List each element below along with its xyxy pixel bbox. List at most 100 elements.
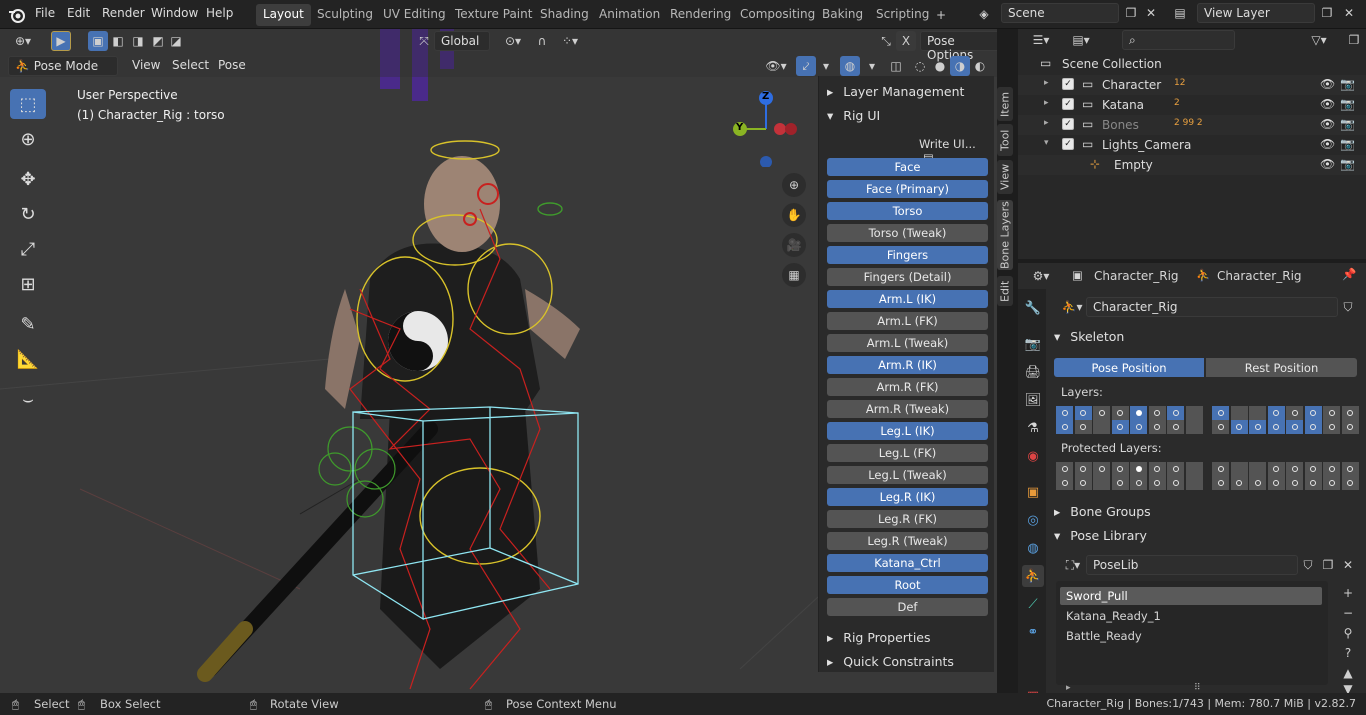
eye-icon[interactable]: 👁 xyxy=(1320,97,1335,111)
remove-pose-icon[interactable]: − xyxy=(1338,603,1358,623)
rig-layer-button[interactable]: Torso xyxy=(827,202,988,220)
layer-toggle[interactable] xyxy=(1148,420,1166,434)
rig-ui-header[interactable]: ▾ Rig UI xyxy=(827,108,880,123)
layer-toggle[interactable] xyxy=(1111,462,1129,476)
layer-toggle[interactable] xyxy=(1304,420,1322,434)
rig-layer-button[interactable]: Fingers (Detail) xyxy=(827,268,988,286)
layer-toggle[interactable] xyxy=(1167,462,1184,476)
outliner-row[interactable]: ▸ ✓ ▭ Character 12 👁 📷 xyxy=(1018,75,1366,95)
tab-scripting[interactable]: Scripting xyxy=(869,4,936,26)
layer-toggle[interactable] xyxy=(1167,420,1184,434)
layer-toggle[interactable] xyxy=(1267,406,1285,420)
layer-toggle[interactable] xyxy=(1111,420,1129,434)
eye-icon[interactable]: 👁 xyxy=(1320,157,1335,171)
rig-layer-button[interactable]: Root xyxy=(827,576,988,594)
physics-tab-icon[interactable]: ◍ xyxy=(1022,537,1044,559)
view-layer-tab-icon[interactable]: 🖼 xyxy=(1022,389,1044,411)
layer-toggle[interactable] xyxy=(1230,476,1248,490)
view-layer-field[interactable]: View Layer xyxy=(1197,3,1315,23)
layer-toggle[interactable] xyxy=(1056,476,1073,490)
props-editor-type-icon[interactable]: ⚙▾ xyxy=(1026,266,1056,286)
rig-layer-button[interactable]: Face (Primary) xyxy=(827,180,988,198)
modifiers-tab-icon[interactable]: ◎ xyxy=(1022,509,1044,531)
pose-list-item[interactable]: Battle_Ready xyxy=(1060,627,1322,645)
bone-tab-icon[interactable]: ⟋ xyxy=(1022,593,1044,615)
measure-tool-icon[interactable]: 📐 xyxy=(10,344,46,374)
add-workspace-icon[interactable]: + xyxy=(931,5,951,25)
orientation-icon[interactable]: ⤧ xyxy=(414,31,434,51)
select-box-tool-icon[interactable]: ⬚ xyxy=(10,89,46,119)
layer-toggle[interactable] xyxy=(1185,462,1203,476)
layer-toggle[interactable] xyxy=(1212,476,1229,490)
rotate-tool-icon[interactable]: ↻ xyxy=(10,199,46,229)
tab-layout[interactable]: Layout xyxy=(256,4,311,26)
camera-render-icon[interactable]: 📷 xyxy=(1340,137,1355,151)
pose-list-item[interactable]: Katana_Ready_1 xyxy=(1060,607,1322,625)
camera-render-icon[interactable]: 📷 xyxy=(1340,97,1355,111)
rig-layer-button[interactable]: Leg.R (FK) xyxy=(827,510,988,528)
layer-toggle[interactable] xyxy=(1249,420,1266,434)
3d-viewport[interactable]: ⊕▾ ▶ ▣ ◧ ◨ ◩ ◪ ⤧ Global ⊙▾ ∩ ⁘▾ ⤡ X Pose… xyxy=(0,29,997,693)
annotate-tool-icon[interactable]: ✎ xyxy=(10,309,46,339)
rig-layer-button[interactable]: Torso (Tweak) xyxy=(827,224,988,242)
layer-toggle[interactable] xyxy=(1304,406,1322,420)
rig-layer-button[interactable]: Leg.L (FK) xyxy=(827,444,988,462)
select-mode-invert-icon[interactable]: ◩ xyxy=(148,31,168,51)
overlays-dropdown-icon[interactable]: ▾ xyxy=(862,56,882,76)
tab-texture-paint[interactable]: Texture Paint xyxy=(448,4,539,26)
layer-toggle[interactable] xyxy=(1167,476,1184,490)
select-tool-icon[interactable]: ▶ xyxy=(51,31,71,51)
expand-arrow-icon[interactable]: ▸ xyxy=(1044,98,1049,108)
filter-icon[interactable]: ▽▾ xyxy=(1304,30,1334,50)
x-mirror-icon[interactable]: X xyxy=(896,31,916,51)
layer-toggle[interactable] xyxy=(1148,406,1166,420)
quick-constraints-header[interactable]: ▸ Quick Constraints xyxy=(827,654,954,669)
layer-toggle[interactable] xyxy=(1074,462,1092,476)
apply-pose-icon[interactable]: ⚲ xyxy=(1338,623,1358,643)
layer-toggle[interactable] xyxy=(1056,420,1073,434)
menu-render[interactable]: Render xyxy=(102,6,145,20)
rig-layer-button[interactable]: Fingers xyxy=(827,246,988,264)
layer-toggle[interactable] xyxy=(1185,406,1203,420)
pose-list-item[interactable]: Sword_Pull xyxy=(1060,587,1322,605)
zoom-icon[interactable]: ⊕ xyxy=(782,173,806,197)
transform-tool-icon[interactable]: ⊞ xyxy=(10,269,46,299)
outliner-row[interactable]: ▸ ✓ ▭ Katana 2 👁 📷 xyxy=(1018,95,1366,115)
layer-toggle[interactable] xyxy=(1130,406,1147,420)
poselib-unlink-icon[interactable]: ✕ xyxy=(1338,555,1358,575)
display-mode-icon[interactable]: ▤▾ xyxy=(1066,30,1096,50)
ortho-grid-icon[interactable]: ▦ xyxy=(782,263,806,287)
pivot-point-icon[interactable]: ⊙▾ xyxy=(498,31,528,51)
layer-toggle[interactable] xyxy=(1212,462,1229,476)
eye-icon[interactable]: 👁 xyxy=(1320,137,1335,151)
rig-layer-button[interactable]: Arm.L (FK) xyxy=(827,312,988,330)
armature-browse-icon[interactable]: ⛹▾ xyxy=(1056,297,1088,317)
layer-toggle[interactable] xyxy=(1167,406,1184,420)
layer-toggle[interactable] xyxy=(1286,420,1303,434)
poselib-fake-user-icon[interactable]: ⛉ xyxy=(1298,555,1318,575)
outliner-scene-collection[interactable]: ▭ Scene Collection xyxy=(1018,55,1366,75)
pin-icon[interactable]: 📌 xyxy=(1342,267,1356,281)
poselib-browse-icon[interactable]: ⛶▾ xyxy=(1058,555,1088,575)
expand-arrow-icon[interactable]: ▾ xyxy=(1044,138,1049,148)
layer-toggle[interactable] xyxy=(1074,420,1092,434)
poselib-name-field[interactable]: PoseLib xyxy=(1086,555,1298,575)
layer-toggle[interactable] xyxy=(1323,406,1340,420)
armature-data-tab-icon[interactable]: ⛹ xyxy=(1022,565,1044,587)
view-menu[interactable]: View xyxy=(126,56,166,76)
armature-name-field[interactable]: Character_Rig xyxy=(1086,297,1338,317)
snap-icon[interactable]: ∩ xyxy=(532,31,552,51)
select-mode-intersect-icon[interactable]: ◪ xyxy=(166,31,186,51)
camera-render-icon[interactable]: 📷 xyxy=(1340,77,1355,91)
pose-library-header[interactable]: ▾ Pose Library xyxy=(1054,528,1147,543)
layer-toggle[interactable] xyxy=(1341,476,1359,490)
exclude-checkbox-icon[interactable]: ✓ xyxy=(1062,78,1074,90)
move-tool-icon[interactable]: ✥ xyxy=(10,164,46,194)
new-collection-icon[interactable]: ❐ xyxy=(1344,30,1364,50)
mode-dropdown[interactable]: ⛹ Pose Mode xyxy=(8,56,118,76)
select-mode-extend-icon[interactable]: ◧ xyxy=(108,31,128,51)
layer-toggle[interactable] xyxy=(1249,476,1266,490)
layer-toggle[interactable] xyxy=(1148,462,1166,476)
layer-toggle[interactable] xyxy=(1056,406,1073,420)
layer-management-header[interactable]: ▸ Layer Management xyxy=(827,84,964,99)
